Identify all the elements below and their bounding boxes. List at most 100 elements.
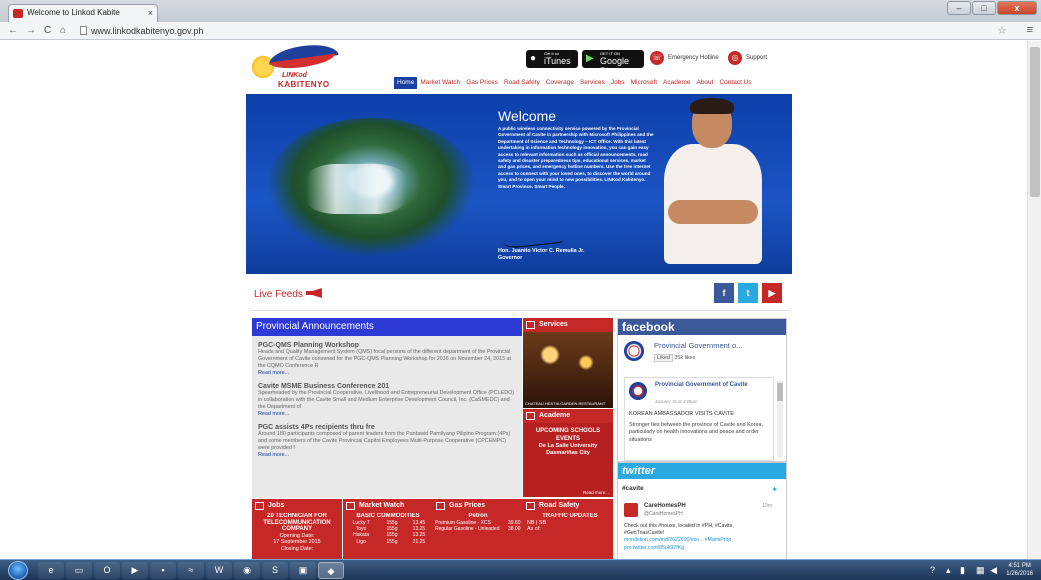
itunes-badge[interactable]: ● Get it on iTunes — [526, 50, 578, 68]
jobs-icon — [255, 502, 264, 510]
nav-gas-prices[interactable]: Gas Prices — [463, 77, 501, 89]
market-body: BASIC COMMODITIES Lucky 7 155g 13.45 Toyo 1… — [343, 513, 433, 545]
facebook-page-name[interactable]: Provincial Government o... — [654, 341, 742, 350]
announcement-body: Spearheaded by the Provincial Cooperativ… — [258, 390, 515, 410]
help-icon[interactable]: ? — [930, 564, 935, 576]
market-watch-card[interactable]: Market Watch BASIC COMMODITIES Lucky 7 15… — [343, 499, 433, 559]
taskbar-skype-icon[interactable]: S — [262, 562, 288, 579]
gas-prices-card[interactable]: Gas Prices Petron Premium Gasoline - XCS… — [433, 499, 523, 559]
page-scrollbar[interactable] — [1027, 41, 1041, 559]
taskbar-network-icon[interactable]: ≈ — [178, 562, 204, 579]
menu-icon[interactable]: ≡ — [1027, 24, 1033, 36]
announcement-title[interactable]: Cavite MSME Business Conference 201 — [258, 383, 516, 390]
tweet-link[interactable]: mondelion.com/md/2622690/vso... #MamiPro… — [624, 537, 731, 550]
twitter-bird-icon[interactable]: ✦ — [771, 485, 778, 494]
tweet-name[interactable]: CareHomesPH — [644, 503, 686, 509]
read-more-link[interactable]: Read more... — [258, 452, 516, 459]
road-header: Road Safety — [523, 499, 613, 513]
nav-coverage[interactable]: Coverage — [543, 77, 577, 89]
post-date: January 15 at 4:28pm — [655, 399, 698, 404]
academe-card[interactable]: Academe UPCOMING SCHOOLS EVENTS De La Sa… — [523, 409, 613, 497]
announcement-item: PGC assists 4Ps recipients thru fre Arou… — [252, 424, 522, 459]
nav-about[interactable]: About — [693, 77, 716, 89]
logo-text-2: KABITENYO — [278, 80, 330, 89]
taskbar-active-app-icon[interactable]: ◆ — [318, 562, 344, 579]
nav-home[interactable]: Home — [394, 77, 418, 89]
announcements-title: Provincial Announcements — [252, 318, 522, 336]
read-more-link[interactable]: Read more... — [258, 411, 516, 418]
clock[interactable]: 4:51 PM 1/26/2016 — [1006, 562, 1033, 578]
maximize-button[interactable]: □ — [972, 1, 996, 15]
taskbar-chrome-icon[interactable]: ◉ — [234, 562, 260, 579]
facebook-scrollbar[interactable] — [777, 381, 783, 457]
signal-icon[interactable]: ▮ — [960, 564, 965, 576]
browser-tab[interactable]: Welcome to Linkod Kabite × — [8, 4, 158, 22]
browser-toolbar: ← → C ⌂ www.linkodkabitenyo.gov.ph ☆ ≡ — [0, 22, 1041, 40]
network-tray-icon[interactable]: ▦ — [976, 564, 985, 576]
support-link[interactable]: ◎ Support — [728, 50, 767, 66]
nav-jobs[interactable]: Jobs — [608, 77, 628, 89]
nav-microsoft[interactable]: Microsoft — [628, 77, 660, 89]
support-icon: ◎ — [728, 51, 742, 65]
taskbar-ie-icon[interactable]: e — [38, 562, 64, 579]
nav-contact-us[interactable]: Contact Us — [716, 77, 754, 89]
taskbar-outlook-icon[interactable]: O — [94, 562, 120, 579]
post-avatar[interactable] — [629, 382, 647, 400]
close-tab-icon[interactable]: × — [148, 5, 153, 21]
volume-icon[interactable]: ◀ — [990, 564, 997, 576]
services-card[interactable]: Services CHATEAU HESTIA GARDEN RESTAURAN… — [523, 318, 613, 408]
minimize-button[interactable]: – — [947, 1, 971, 15]
announcement-body: Heads and Quality Management System (QMS… — [258, 349, 512, 369]
nav-services[interactable]: Services — [577, 77, 608, 89]
scrollbar-thumb[interactable] — [1030, 47, 1040, 197]
megaphone-icon — [305, 288, 322, 298]
like-row: Liked 35k likes — [654, 354, 695, 362]
announcement-title[interactable]: PGC-QMS Planning Workshop — [258, 342, 516, 349]
gas-header: Gas Prices — [433, 499, 523, 513]
road-icon — [526, 502, 535, 510]
site-logo[interactable]: LINKod KABITENYO — [248, 41, 340, 90]
emergency-hotline-link[interactable]: ☏ Emergency Hotline — [650, 50, 719, 66]
liked-button[interactable]: Liked — [654, 354, 673, 362]
taskbar-media-icon[interactable]: ▶ — [122, 562, 148, 579]
tweet-avatar[interactable] — [624, 503, 638, 517]
nav-market-watch[interactable]: Market Watch — [417, 77, 463, 89]
back-icon[interactable]: ← — [8, 24, 18, 38]
tweet-text: Check out this #house, located in #PH, #… — [624, 523, 734, 551]
twitter-button[interactable]: t — [738, 283, 758, 303]
academe-read-more[interactable]: Read more... — [583, 490, 609, 495]
jobs-card[interactable]: Jobs 20 TECHNICIAN FOR TELECOMMUNICATION… — [252, 499, 342, 559]
reload-icon[interactable]: C — [44, 24, 51, 38]
twitter-hashtag: #cavite — [622, 485, 644, 492]
logo-text-1: LINKod — [282, 72, 307, 79]
forward-icon[interactable]: → — [26, 24, 36, 38]
taskbar-word-icon[interactable]: W — [206, 562, 232, 579]
bookmark-star-icon[interactable]: ☆ — [997, 24, 1007, 37]
google-play-badge[interactable]: ▶ GET IT ON Google Play — [582, 50, 644, 76]
taskbar-app-icon[interactable]: ▪ — [150, 562, 176, 579]
start-button[interactable] — [8, 561, 28, 580]
main-nav: Home Market Watch Gas Prices Road Safety… — [394, 77, 755, 89]
taskbar-explorer-icon[interactable]: ▭ — [66, 562, 92, 579]
home-icon[interactable]: ⌂ — [60, 24, 66, 38]
announcement-title[interactable]: PGC assists 4Ps recipients thru fre — [258, 424, 516, 431]
post-author[interactable]: Provincial Government of Cavite — [655, 382, 755, 389]
divider — [250, 310, 790, 311]
address-bar[interactable]: www.linkodkabitenyo.gov.ph — [80, 25, 203, 37]
road-safety-card[interactable]: Road Safety TRAFFIC UPDATES NB | SB As o… — [523, 499, 613, 559]
announcements-panel: Provincial Announcements PGC-QMS Plannin… — [252, 318, 522, 498]
nav-academe[interactable]: Academe — [660, 77, 693, 89]
youtube-button[interactable]: ▶ — [762, 283, 782, 303]
post-body: Stronger ties between the province of Ca… — [629, 422, 763, 443]
table-row: Regular Gasoline - Unleaded 38.00 — [435, 526, 521, 532]
close-window-button[interactable]: x — [997, 1, 1037, 15]
page-avatar[interactable] — [624, 341, 644, 361]
read-more-link[interactable]: Read more... — [258, 370, 516, 377]
nav-road-safety[interactable]: Road Safety — [501, 77, 543, 89]
taskbar-folder-icon[interactable]: ▣ — [290, 562, 316, 579]
facebook-button[interactable]: f — [714, 283, 734, 303]
browser-titlebar: Welcome to Linkod Kabite × – □ x — [0, 0, 1041, 22]
academe-line-1: UPCOMING SCHOOLS — [535, 428, 601, 434]
market-icon — [346, 502, 355, 510]
tray-arrow-icon[interactable]: ▴ — [946, 564, 951, 576]
